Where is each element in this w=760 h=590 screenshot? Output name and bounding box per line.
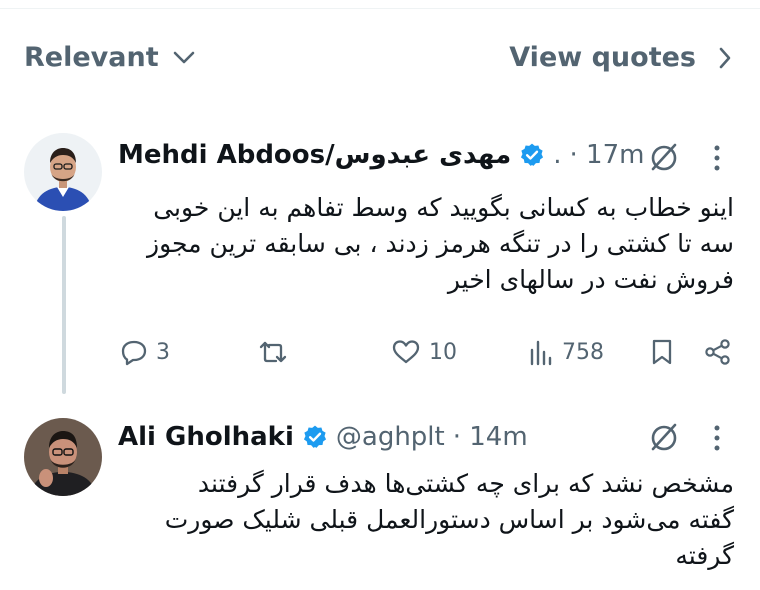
- author-handle[interactable]: .: [553, 140, 561, 170]
- author-name[interactable]: Ali Gholhaki: [118, 422, 294, 452]
- reply-button[interactable]: 3: [120, 338, 170, 366]
- tweet-header: Ali Gholhaki @aghplt · 14m: [118, 420, 528, 454]
- share-icon: [705, 339, 730, 365]
- share-button[interactable]: [704, 338, 732, 366]
- like-count: 10: [429, 339, 457, 365]
- author-handle[interactable]: @aghplt: [336, 422, 445, 452]
- tweet-timestamp[interactable]: · 14m: [453, 422, 528, 452]
- author-name[interactable]: Mehdi Abdoos/مهدی عبدوس: [118, 140, 511, 170]
- tweet-actions: 3 10 758: [118, 338, 732, 374]
- views-icon: [530, 340, 552, 366]
- views-count: 758: [562, 339, 604, 365]
- tweet-text: مشخص نشد که برای چه کشتی‌ها هدف قرار گرف…: [134, 466, 734, 574]
- reply-count: 3: [156, 339, 170, 365]
- sort-label: Relevant: [24, 42, 159, 73]
- chevron-down-icon: [173, 51, 194, 63]
- tweet-text: اینو خطاب به کسانی بگویید که وسط تفاهم ب…: [134, 190, 734, 298]
- grok-icon[interactable]: [648, 141, 680, 177]
- retweet-icon: [259, 341, 287, 363]
- views-button[interactable]: 758: [528, 338, 604, 366]
- grok-icon[interactable]: [648, 421, 680, 457]
- like-button[interactable]: 10: [391, 338, 457, 366]
- retweet-button[interactable]: [258, 338, 288, 366]
- top-divider: [0, 0, 760, 9]
- avatar[interactable]: [24, 418, 102, 496]
- like-icon: [392, 340, 420, 364]
- tweet-header: Mehdi Abdoos/مهدی عبدوس . · 17m: [118, 138, 644, 172]
- bookmark-icon: [652, 339, 672, 365]
- avatar-photo: [24, 133, 102, 211]
- verified-badge-icon: [302, 424, 328, 450]
- thread-connector: [62, 216, 66, 394]
- reply-icon: [121, 340, 147, 366]
- avatar-photo: [24, 418, 102, 496]
- verified-badge-icon: [519, 142, 545, 168]
- avatar[interactable]: [24, 133, 102, 211]
- tweet-text-line: گفته می‌شود بر اساس دستورالعمل قبلی شلیک…: [164, 505, 734, 534]
- tweet-text-line: مشخص نشد که برای چه کشتی‌ها هدف قرار گرف…: [197, 469, 734, 498]
- tweet-timestamp[interactable]: · 17m: [570, 140, 645, 170]
- tweet-text-line: فروش نفت در سالهای اخیر: [447, 265, 734, 294]
- replies-sort-bar: Relevant View quotes: [24, 38, 732, 82]
- more-icon[interactable]: [712, 424, 722, 456]
- more-icon[interactable]: [712, 144, 722, 176]
- view-quotes-link[interactable]: View quotes: [509, 42, 732, 73]
- tweet-text-line: اینو خطاب به کسانی بگویید که وسط تفاهم ب…: [153, 193, 734, 222]
- bookmark-button[interactable]: [650, 338, 674, 366]
- chevron-right-icon: [719, 47, 731, 68]
- sort-relevant-dropdown[interactable]: Relevant: [24, 42, 195, 73]
- tweet-text-line: گرفته: [675, 541, 734, 570]
- tweet-text-line: سه تا کشتی را در تنگه هرمز زدند ، بی ساب…: [147, 229, 734, 258]
- view-quotes-label: View quotes: [509, 42, 696, 73]
